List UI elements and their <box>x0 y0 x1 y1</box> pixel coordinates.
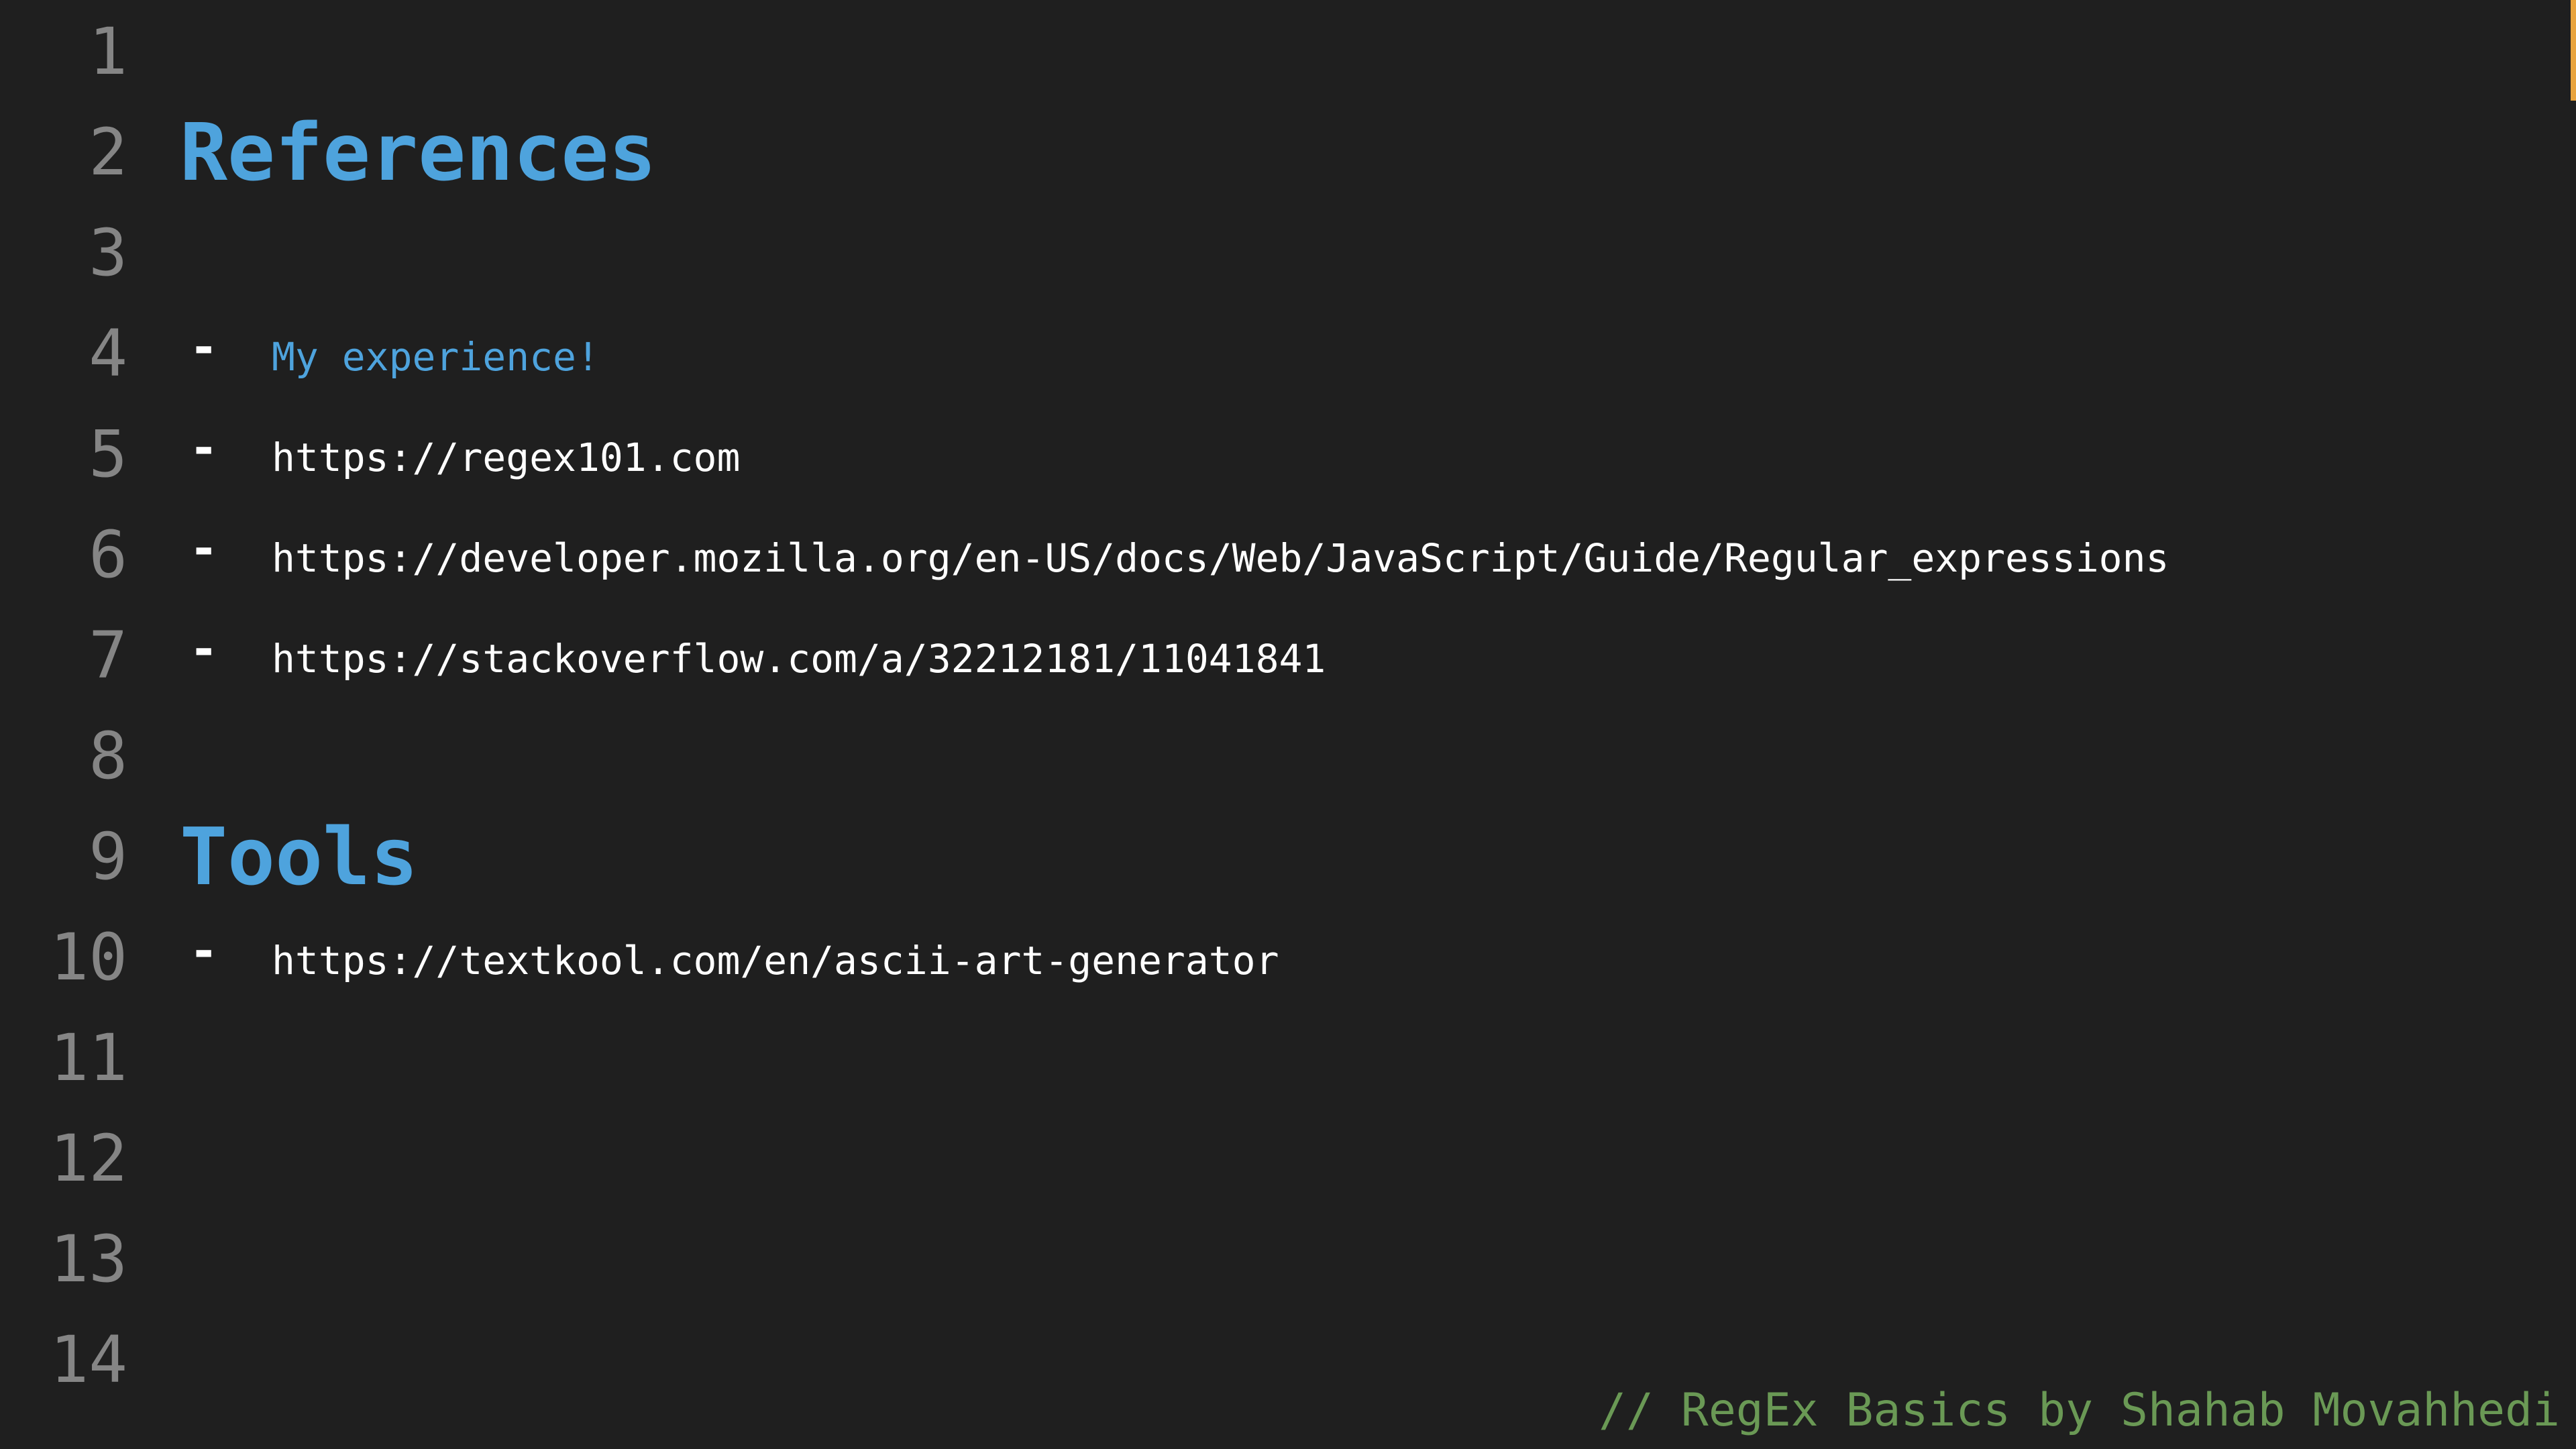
heading-tools: Tools <box>180 810 419 903</box>
list-bullet: - <box>189 419 219 476</box>
line-number: 7 <box>89 618 127 693</box>
list-bullet: - <box>189 621 219 677</box>
link-textkool[interactable]: https://textkool.com/en/ascii-art-genera… <box>272 907 1279 1014</box>
line-number: 14 <box>50 1322 127 1397</box>
editor-line: 11 <box>0 1008 2576 1108</box>
editor-line: 7 - https://stackoverflow.com/a/32212181… <box>0 605 2576 706</box>
list-bullet: - <box>189 922 219 979</box>
line-number: 12 <box>50 1121 127 1196</box>
editor-line: 1 <box>0 1 2576 102</box>
editor-line: 5 - https://regex101.com <box>0 404 2576 504</box>
link-mdn-regex[interactable]: https://developer.mozilla.org/en-US/docs… <box>272 504 2169 612</box>
editor-line: 8 <box>0 706 2576 806</box>
markdown-editor[interactable]: 1 2 References 3 4 - My experience! 5 - … <box>0 0 2576 1449</box>
editor-line: 12 <box>0 1108 2576 1209</box>
editor-line: 6 - https://developer.mozilla.org/en-US/… <box>0 504 2576 605</box>
line-number: 11 <box>50 1020 127 1095</box>
editor-line: 2 References <box>0 102 2576 203</box>
line-number: 4 <box>89 316 127 391</box>
line-number: 2 <box>89 115 127 190</box>
list-bullet: - <box>189 319 219 375</box>
line-number: 5 <box>89 417 127 492</box>
editor-line: 13 <box>0 1209 2576 1309</box>
line-number: 6 <box>89 517 127 592</box>
line-number: 8 <box>89 718 127 794</box>
line-number: 1 <box>89 14 127 89</box>
editor-line: 3 <box>0 203 2576 303</box>
editor-line: 4 - My experience! <box>0 303 2576 404</box>
line-number: 13 <box>50 1222 127 1297</box>
signature-comment: // RegEx Basics by Shahab Movahhedi <box>1599 1384 2560 1437</box>
list-bullet: - <box>189 520 219 576</box>
editor-line: 9 Tools <box>0 806 2576 907</box>
line-number: 3 <box>89 215 127 290</box>
line-number: 10 <box>50 920 127 995</box>
list-item-my-experience[interactable]: My experience! <box>272 303 600 411</box>
editor-line: 10 - https://textkool.com/en/ascii-art-g… <box>0 907 2576 1008</box>
line-number: 9 <box>89 819 127 894</box>
heading-references: References <box>180 106 657 199</box>
link-regex101[interactable]: https://regex101.com <box>272 404 740 511</box>
link-stackoverflow[interactable]: https://stackoverflow.com/a/32212181/110… <box>272 605 1326 712</box>
